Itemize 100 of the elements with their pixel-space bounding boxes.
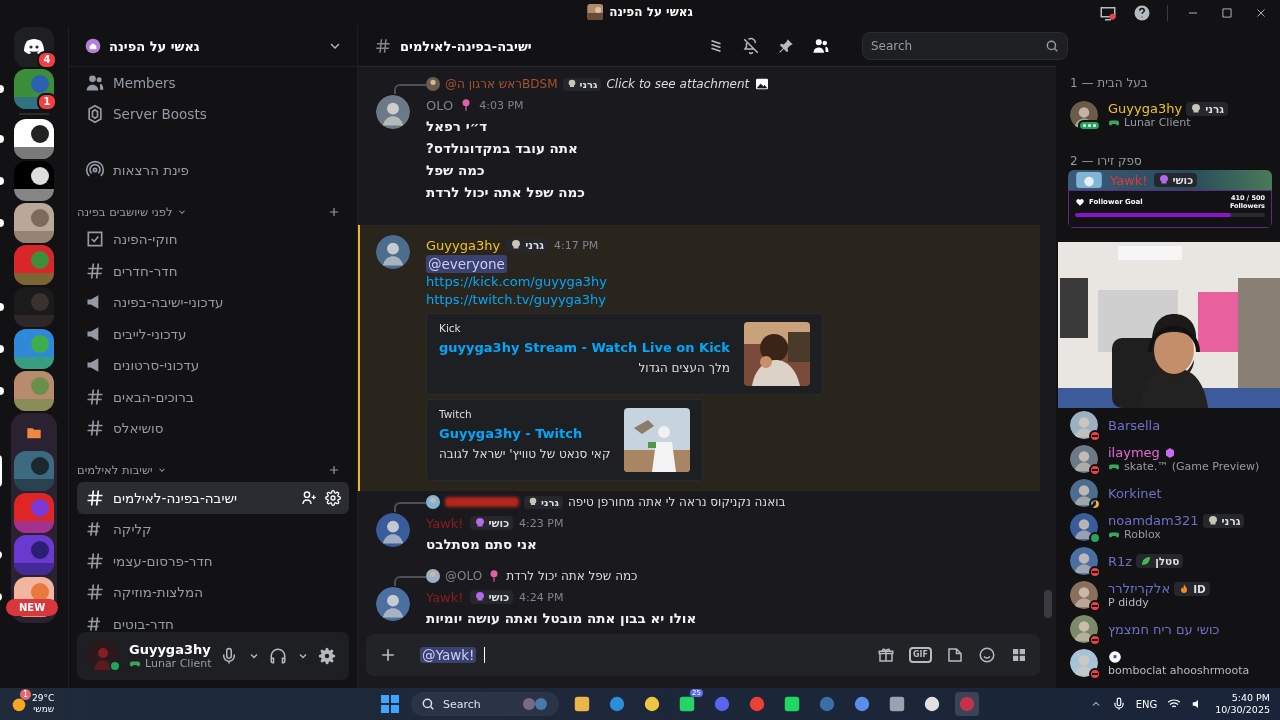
link[interactable]: https://kick.com/guyyga3hy	[426, 273, 607, 291]
embed-title[interactable]: guyyga3hy Stream - Watch Live on Kick	[439, 340, 730, 355]
bell-off-icon[interactable]	[742, 37, 760, 55]
menu-item[interactable]: Members	[77, 67, 349, 99]
invite-icon[interactable]	[301, 489, 317, 506]
tag-label: גרני	[1221, 514, 1241, 527]
gif-button[interactable]: GIF	[909, 647, 932, 663]
plus-icon[interactable]	[327, 463, 341, 477]
channel-item[interactable]: חוקי-הפינה	[77, 223, 349, 255]
apps-icon[interactable]	[1010, 646, 1028, 664]
server-icon[interactable]	[14, 371, 54, 411]
settings-icon[interactable]	[325, 489, 341, 506]
embed-title[interactable]: Guyyga3hy - Twitch	[439, 426, 611, 441]
status-indicator	[109, 660, 121, 672]
message-text: כמה שפל	[426, 161, 486, 180]
server-icon[interactable]	[14, 119, 54, 159]
settings-icon	[318, 647, 337, 665]
menu-item[interactable]: Server Boosts	[77, 98, 349, 130]
channel-item[interactable]: עדכוני-ישיבה-בפינה	[77, 286, 349, 318]
channel-item[interactable]: המלצות-מוזיקה	[77, 576, 349, 608]
member-item[interactable]: Korkinet	[1070, 476, 1272, 510]
emoji-icon[interactable]	[978, 646, 996, 664]
avatar	[1070, 479, 1098, 507]
channel-item[interactable]: חדר-חדרים	[77, 255, 349, 287]
app-icon	[678, 695, 696, 713]
avatar[interactable]	[376, 513, 410, 547]
reply-author[interactable]: @OLO	[445, 569, 483, 583]
pin-icon[interactable]	[777, 37, 795, 55]
member-item[interactable]: Barsella	[1070, 408, 1272, 442]
alien-icon	[1157, 174, 1170, 186]
mention[interactable]: @everyone	[426, 255, 507, 273]
app-icon	[608, 695, 626, 713]
member-item[interactable]: כושי עם ריח חמצמץ	[1070, 612, 1272, 646]
avatar[interactable]	[376, 95, 410, 129]
activity-text: Roblox	[1124, 528, 1161, 541]
channel-item[interactable]: עדכוני-לייבים	[77, 318, 349, 350]
avatar[interactable]	[87, 640, 119, 672]
avatar	[1070, 581, 1098, 609]
activity-text: Lunar Client	[145, 657, 212, 670]
member-item[interactable]: ilaymeg skate.™ (Game Preview)	[1070, 442, 1272, 476]
channel-item[interactable]: קליקה	[77, 513, 349, 545]
avatar	[1070, 615, 1098, 643]
avatar	[1070, 411, 1098, 439]
member-name: Korkinet	[1108, 485, 1162, 501]
clock[interactable]: 5:40 PM 10/30/2025	[1215, 692, 1270, 716]
tag-label: כושי	[488, 591, 510, 603]
channel-item[interactable]: פינת הרצאות	[77, 154, 349, 186]
server-icon[interactable]	[14, 203, 54, 243]
tag-label: גרני	[1205, 102, 1224, 115]
link[interactable]: https://twitch.tv/guyyga3hy	[426, 291, 607, 309]
notification-badge: 1	[37, 93, 57, 111]
server-icon[interactable]	[14, 161, 54, 201]
timestamp: 4:17 PM	[554, 238, 599, 252]
activity-text: P diddy	[1108, 596, 1149, 609]
message-input[interactable]: @Yawk! GIF	[366, 634, 1040, 676]
tag-label: ID	[1193, 582, 1206, 595]
message-text: אולו יא בבון אתה מובטל ואתה עושה יומיות	[426, 609, 697, 628]
reply-text[interactable]: כמה שפל אתה יכול לרדת	[506, 569, 638, 583]
taskbar-search[interactable]: Search	[411, 692, 559, 716]
tag-label: גרני	[541, 496, 559, 508]
scrollbar-thumb[interactable]	[1044, 590, 1052, 618]
author-name[interactable]: OLO	[426, 97, 454, 113]
message-text: כמה שפל אתה יכול לרדת	[426, 183, 585, 202]
avatar[interactable]	[376, 587, 410, 621]
tag-label: גרני	[579, 78, 598, 90]
mention: @Yawk!	[420, 647, 477, 663]
notification-badge: 1	[20, 689, 31, 700]
search-field[interactable]: Search	[862, 32, 1068, 60]
server-header[interactable]: גאשי על הפינה	[69, 26, 357, 67]
channel-item[interactable]: חדר-בוטים	[77, 608, 349, 632]
members-icon[interactable]	[812, 37, 830, 55]
tag-label: גרני	[525, 239, 544, 251]
category-label[interactable]: לפני שיושבים בפינה	[77, 204, 173, 219]
category-label[interactable]: ישיבות לאילמים	[77, 463, 153, 477]
avatar	[1070, 547, 1098, 575]
channel-item[interactable]: סושיאלס	[77, 412, 349, 444]
reply-text[interactable]: Click to see attachment	[606, 77, 750, 91]
tag-label: כושי	[1172, 174, 1194, 186]
avatar[interactable]	[376, 235, 410, 269]
timestamp: 4:23 PM	[519, 516, 564, 530]
reply-text[interactable]: בואנה נקניקוס נראה לי אתה מחורפן טיפה	[567, 495, 786, 509]
app-icon	[888, 695, 906, 713]
language-indicator[interactable]: ENG	[1135, 698, 1158, 710]
start-button[interactable]	[380, 694, 400, 714]
server-icon[interactable]	[14, 329, 54, 369]
rules-icon	[85, 229, 105, 250]
author-name[interactable]: Guyyga3hy	[426, 237, 501, 253]
channel-item[interactable]: ישיבה-בפינה-לאילמים	[77, 482, 349, 514]
channel-item[interactable]: חדר-פרסום-עצמי	[77, 545, 349, 577]
channel-item[interactable]: עדכוני-סרטונים	[77, 349, 349, 381]
headphones-icon	[269, 647, 288, 665]
home-button[interactable]	[14, 27, 54, 67]
new-badge: NEW	[6, 599, 59, 616]
gift-icon[interactable]	[877, 646, 895, 664]
member-item[interactable]: bomboclat ahooshrmoota	[1070, 646, 1272, 680]
member-name: noamdam321	[1108, 513, 1199, 528]
text-cursor	[484, 647, 486, 663]
channel-item[interactable]: ברוכים-הבאים	[77, 381, 349, 413]
microphone-icon[interactable]	[1111, 697, 1126, 711]
sticker-icon[interactable]	[946, 646, 964, 664]
